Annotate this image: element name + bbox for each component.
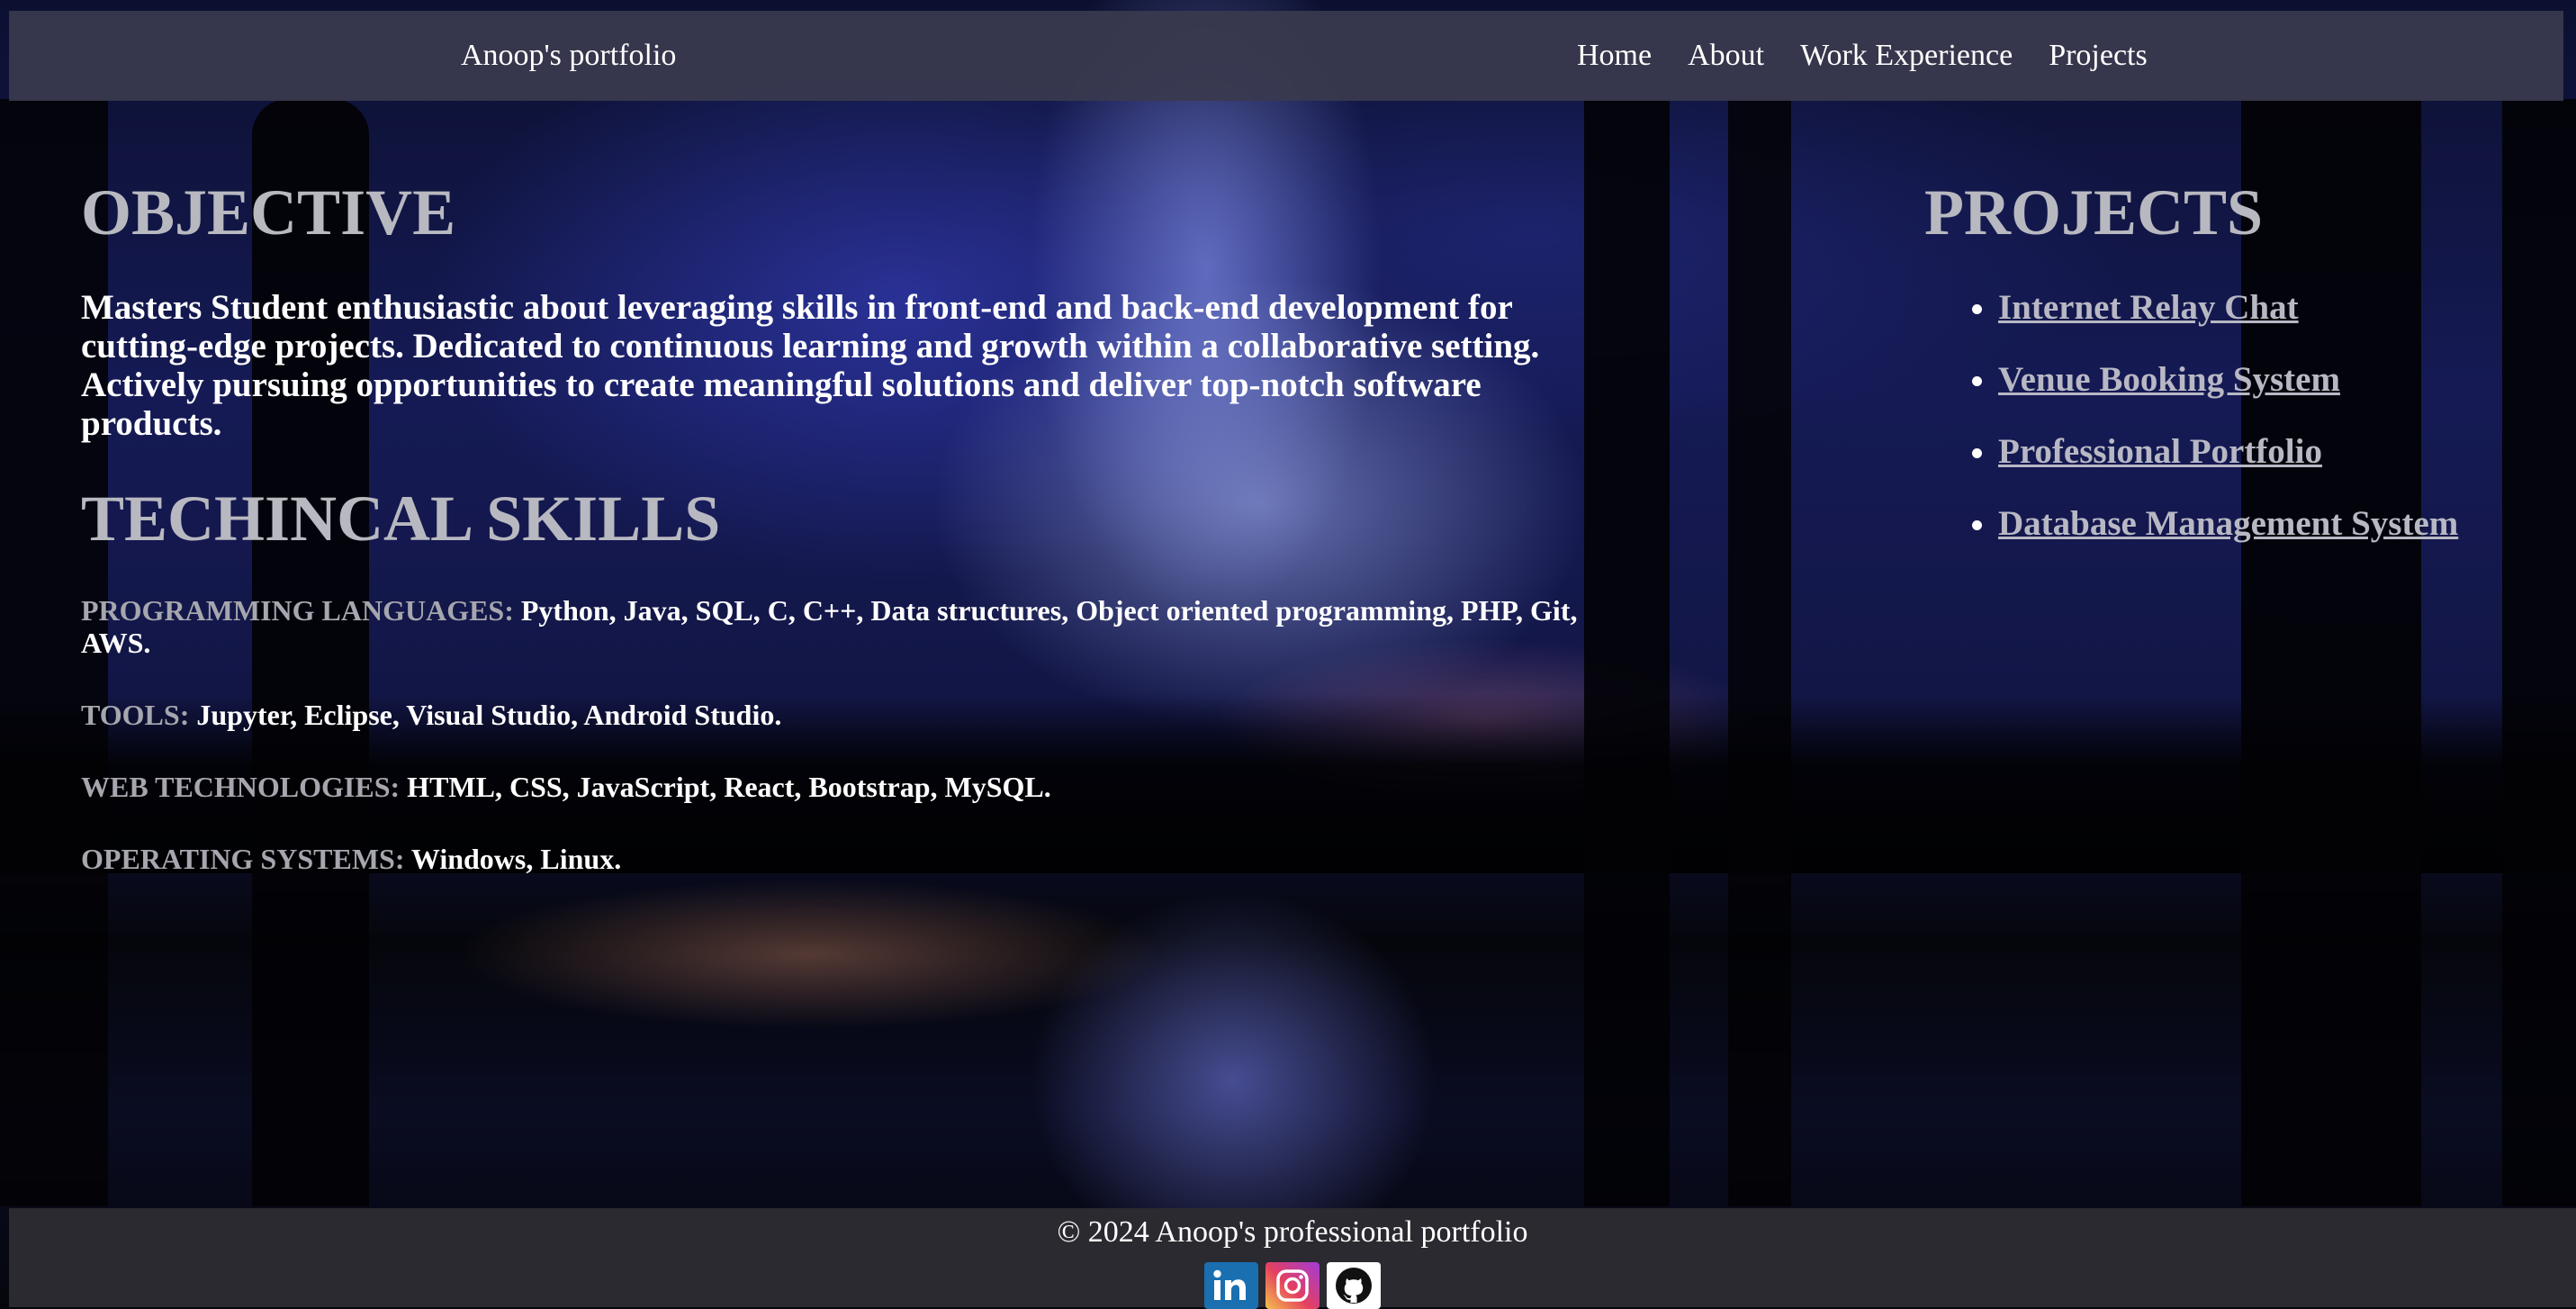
nav-link-work-experience[interactable]: Work Experience — [1800, 39, 2013, 73]
nav-link-about[interactable]: About — [1688, 39, 1764, 73]
tree-silhouette — [1728, 99, 1791, 1206]
list-item: Professional Portfolio — [1998, 432, 2554, 472]
instagram-icon[interactable] — [1265, 1262, 1320, 1309]
skills-heading: TECHINCAL SKILLS — [81, 483, 721, 555]
skill-value: Jupyter, Eclipse, Visual Studio, Android… — [196, 699, 782, 731]
skill-operating-systems: OPERATING SYSTEMS: Windows, Linux. — [81, 843, 1593, 875]
objective-heading: OBJECTIVE — [81, 176, 456, 248]
objective-text: Masters Student enthusiastic about lever… — [81, 288, 1540, 443]
social-links — [9, 1262, 2576, 1309]
skill-label: WEB TECHNOLOGIES: — [81, 771, 401, 803]
list-item: Venue Booking System — [1998, 360, 2554, 400]
skill-label: OPERATING SYSTEMS: — [81, 843, 405, 875]
skill-label: TOOLS: — [81, 699, 190, 731]
project-link-professional-portfolio[interactable]: Professional Portfolio — [1998, 432, 2322, 471]
projects-heading: PROJECTS — [1924, 176, 2264, 248]
list-item: Internet Relay Chat — [1998, 288, 2554, 328]
skill-tools: TOOLS: Jupyter, Eclipse, Visual Studio, … — [81, 699, 1593, 731]
nav-menu: Home About Work Experience Projects — [1577, 11, 2148, 101]
list-item: Database Management System — [1998, 504, 2554, 544]
skill-programming-languages: PROGRAMMING LANGUAGES: Python, Java, SQL… — [81, 594, 1593, 659]
copyright-text: © 2024 Anoop's professional portfolio — [1057, 1215, 1528, 1249]
project-link-venue-booking-system[interactable]: Venue Booking System — [1998, 360, 2340, 399]
project-link-internet-relay-chat[interactable]: Internet Relay Chat — [1998, 288, 2299, 327]
skill-value: HTML, CSS, JavaScript, React, Bootstrap,… — [407, 771, 1051, 803]
skill-value: Windows, Linux. — [410, 843, 622, 875]
site-brand[interactable]: Anoop's portfolio — [461, 11, 676, 101]
main-left-column: OBJECTIVE Masters Student enthusiastic a… — [81, 180, 1593, 875]
nav-link-home[interactable]: Home — [1577, 39, 1652, 73]
footer: © 2024 Anoop's professional portfolio — [9, 1208, 2576, 1309]
project-link-database-management-system[interactable]: Database Management System — [1998, 504, 2458, 543]
projects-column: PROJECTS Internet Relay Chat Venue Booki… — [1924, 180, 2554, 576]
github-icon[interactable] — [1327, 1262, 1381, 1309]
navbar: Anoop's portfolio Home About Work Experi… — [9, 11, 2563, 101]
linkedin-icon[interactable] — [1204, 1262, 1258, 1309]
projects-list: Internet Relay Chat Venue Booking System… — [1924, 288, 2554, 544]
skill-web-technologies: WEB TECHNOLOGIES: HTML, CSS, JavaScript,… — [81, 771, 1593, 803]
tree-silhouette — [1584, 99, 1670, 1206]
skill-label: PROGRAMMING LANGUAGES: — [81, 594, 514, 627]
nav-link-projects[interactable]: Projects — [2049, 39, 2148, 73]
